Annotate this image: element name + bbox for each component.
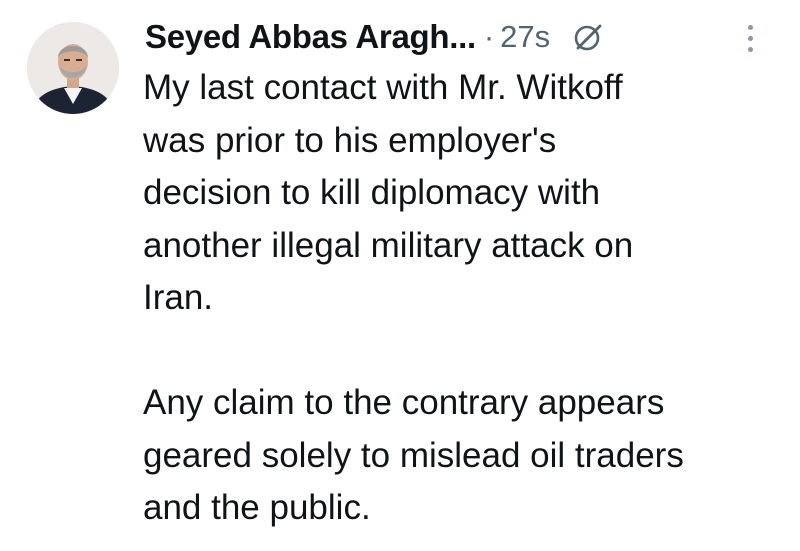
header-separator: · bbox=[483, 19, 495, 54]
tweet-line: My last contact with Mr. Witkoff bbox=[143, 68, 623, 107]
avatar-image bbox=[27, 22, 119, 114]
tweet: Seyed Abbas Aragh... · 27s My last conta… bbox=[0, 0, 800, 551]
grok-icon[interactable] bbox=[572, 21, 604, 53]
tweet-paragraph: My last contact with Mr. Witkoff was pri… bbox=[143, 62, 793, 325]
more-options-icon[interactable] bbox=[740, 18, 760, 58]
tweet-line: another illegal military attack on bbox=[143, 225, 634, 265]
tweet-paragraph: Any claim to the contrary appears geared… bbox=[143, 377, 793, 535]
tweet-line: Any claim to the contrary appears bbox=[143, 383, 665, 422]
tweet-line: decision to kill diplomacy with bbox=[143, 173, 601, 212]
tweet-text: My last contact with Mr. Witkoff was pri… bbox=[143, 62, 793, 535]
author-avatar[interactable] bbox=[27, 22, 119, 114]
tweet-timestamp[interactable]: 27s bbox=[500, 19, 550, 55]
tweet-line: geared solely to mislead oil traders bbox=[143, 435, 684, 475]
author-display-name[interactable]: Seyed Abbas Aragh... bbox=[145, 18, 476, 56]
tweet-line: and the public. bbox=[143, 488, 371, 527]
tweet-line: was prior to his employer's bbox=[143, 120, 557, 160]
tweet-line: Iran. bbox=[143, 278, 214, 317]
tweet-header: Seyed Abbas Aragh... · 27s bbox=[145, 14, 775, 60]
